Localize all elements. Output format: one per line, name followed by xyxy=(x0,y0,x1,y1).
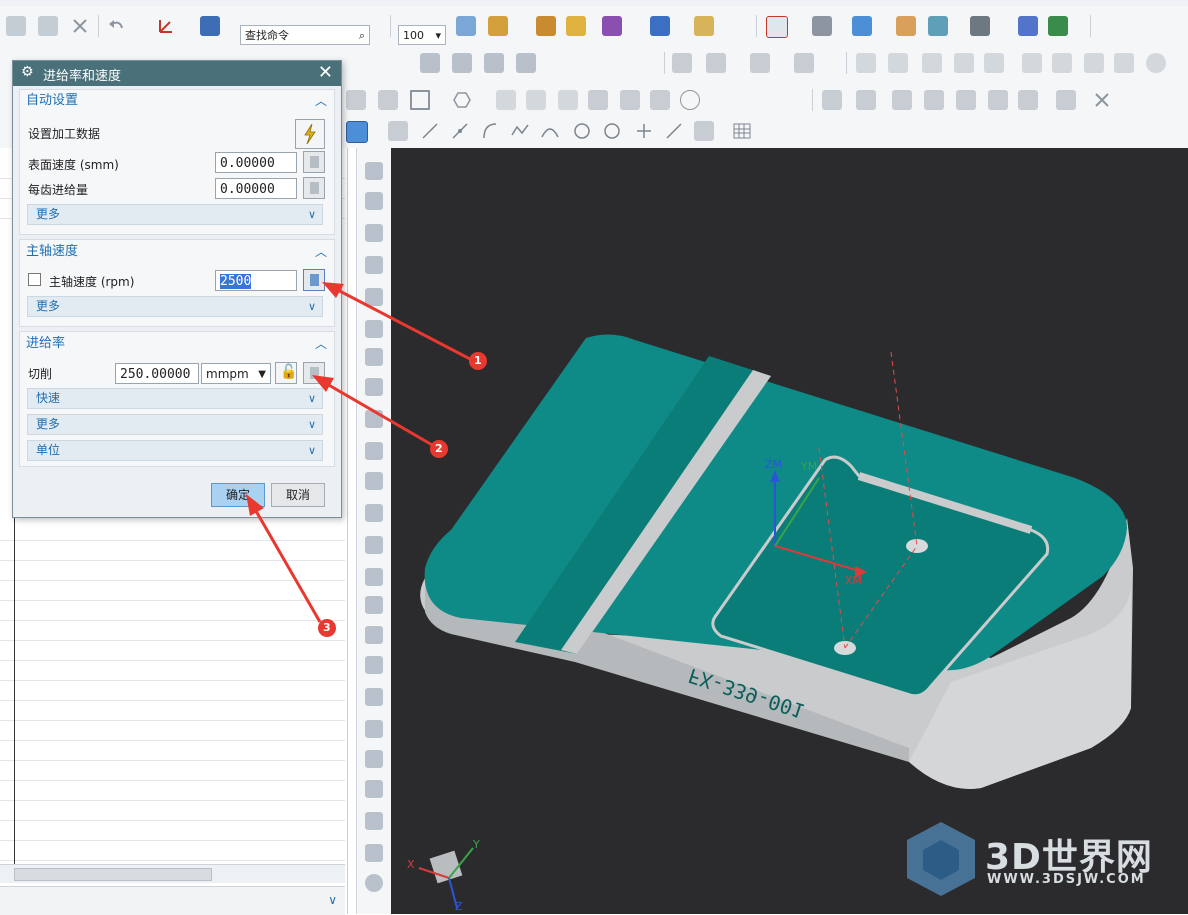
annotation-marker-1: 1 xyxy=(474,354,482,367)
annotation-arrow-3 xyxy=(246,494,336,637)
annotation-arrow-1 xyxy=(322,282,487,370)
annotation-overlay xyxy=(246,282,487,637)
annotation-arrow-2 xyxy=(312,375,448,458)
annotation-marker-3: 3 xyxy=(323,621,331,634)
annotation-marker-2: 2 xyxy=(435,442,443,455)
